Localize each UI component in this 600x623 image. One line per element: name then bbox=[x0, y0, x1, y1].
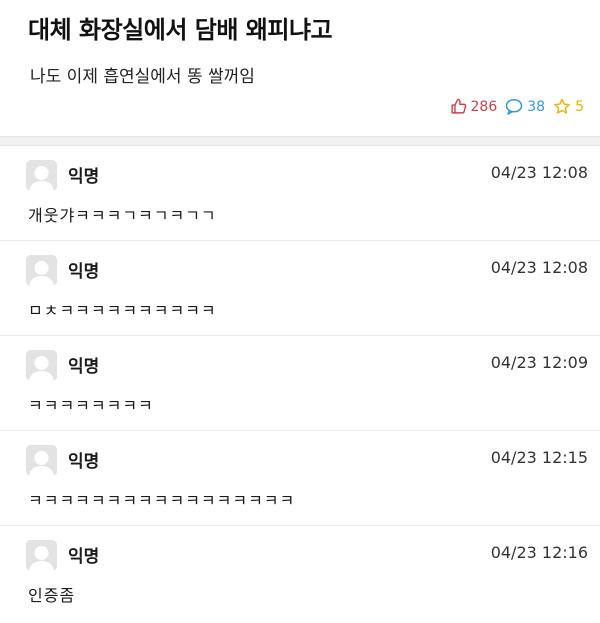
comment-time: 04/23 12:15 bbox=[490, 448, 588, 467]
avatar bbox=[26, 255, 57, 286]
scrap-count: 5 bbox=[575, 98, 584, 115]
comment-text: 인증좀 bbox=[28, 586, 76, 605]
comment-author: 익명 bbox=[68, 167, 100, 187]
default-profile-icon bbox=[26, 540, 57, 571]
comment-text: ㅋㅋㅋㅋㅋㅋㅋㅋ bbox=[28, 396, 154, 415]
comment-author: 익명 bbox=[68, 262, 100, 282]
section-divider bbox=[0, 136, 600, 146]
like-stat[interactable]: 286 bbox=[450, 98, 498, 115]
default-profile-icon bbox=[26, 350, 57, 381]
thumbs-up-icon bbox=[450, 98, 467, 115]
avatar bbox=[26, 445, 57, 476]
comment-item: 익명 04/23 12:16 인증좀 bbox=[0, 526, 600, 621]
scrap-stat[interactable]: 5 bbox=[553, 98, 584, 115]
star-icon bbox=[553, 98, 571, 115]
comment-item: 익명 04/23 12:09 ㅋㅋㅋㅋㅋㅋㅋㅋ bbox=[0, 336, 600, 431]
comment-author: 익명 bbox=[68, 452, 100, 472]
speech-bubble-icon bbox=[505, 98, 523, 115]
like-count: 286 bbox=[470, 98, 498, 115]
post-title: 대체 화장실에서 담배 왜피냐고 bbox=[28, 16, 333, 44]
post-card: 대체 화장실에서 담배 왜피냐고 나도 이제 흡연실에서 똥 쌀꺼임 286 3… bbox=[0, 0, 600, 136]
comment-list: 익명 04/23 12:08 개웃갸ㅋㅋㅋㄱㅋㄱㅋㄱㄱ 익명 04/23 12:… bbox=[0, 146, 600, 621]
comment-time: 04/23 12:09 bbox=[490, 353, 588, 372]
comment-time: 04/23 12:08 bbox=[490, 163, 588, 182]
avatar bbox=[26, 350, 57, 381]
comment-item: 익명 04/23 12:08 ㅁㅊㅋㅋㅋㅋㅋㅋㅋㅋㅋㅋ bbox=[0, 241, 600, 336]
avatar bbox=[26, 160, 57, 191]
comment-stat[interactable]: 38 bbox=[505, 98, 545, 115]
comment-time: 04/23 12:08 bbox=[490, 258, 588, 277]
avatar bbox=[26, 540, 57, 571]
comment-time: 04/23 12:16 bbox=[490, 543, 588, 562]
comment-item: 익명 04/23 12:15 ㅋㅋㅋㅋㅋㅋㅋㅋㅋㅋㅋㅋㅋㅋㅋㅋㅋ bbox=[0, 431, 600, 526]
article-page: 대체 화장실에서 담배 왜피냐고 나도 이제 흡연실에서 똥 쌀꺼임 286 3… bbox=[0, 0, 600, 623]
default-profile-icon bbox=[26, 160, 57, 191]
comment-item: 익명 04/23 12:08 개웃갸ㅋㅋㅋㄱㅋㄱㅋㄱㄱ bbox=[0, 146, 600, 241]
post-stats: 286 38 5 bbox=[450, 98, 584, 115]
comment-author: 익명 bbox=[68, 547, 100, 567]
comment-count: 38 bbox=[527, 98, 546, 115]
comment-text: ㅋㅋㅋㅋㅋㅋㅋㅋㅋㅋㅋㅋㅋㅋㅋㅋㅋ bbox=[28, 491, 296, 510]
post-body: 나도 이제 흡연실에서 똥 쌀꺼임 bbox=[30, 67, 255, 87]
comment-author: 익명 bbox=[68, 357, 100, 377]
comment-text: ㅁㅊㅋㅋㅋㅋㅋㅋㅋㅋㅋㅋ bbox=[28, 301, 217, 320]
comment-text: 개웃갸ㅋㅋㅋㄱㅋㄱㅋㄱㄱ bbox=[28, 206, 217, 225]
default-profile-icon bbox=[26, 255, 57, 286]
default-profile-icon bbox=[26, 445, 57, 476]
